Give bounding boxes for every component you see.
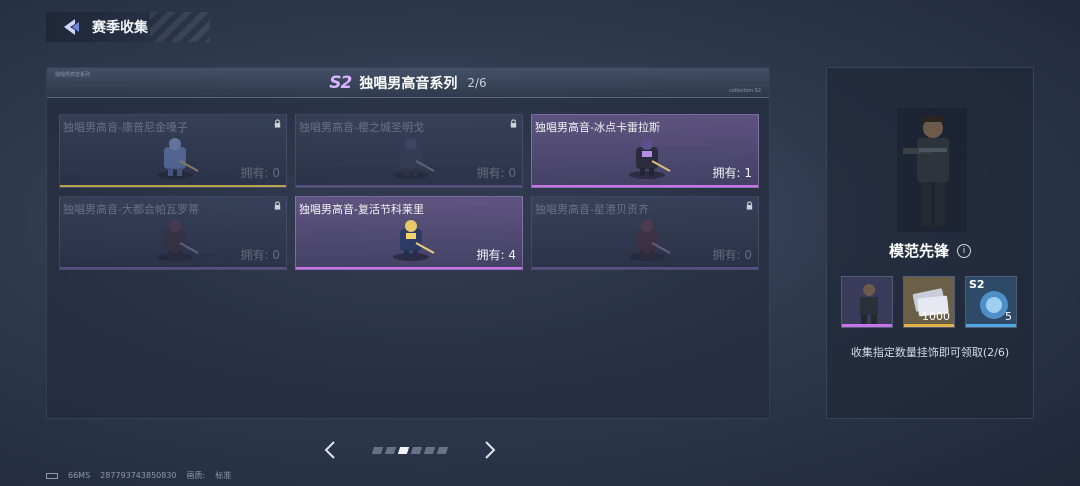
- reward-item-crystal[interactable]: S2 5: [965, 276, 1017, 328]
- page-dot[interactable]: [436, 446, 449, 454]
- lock-icon: [274, 119, 281, 128]
- tenor-figure-icon: [629, 138, 671, 179]
- lock-icon: [746, 201, 753, 210]
- reward-rarity-bar: [904, 324, 954, 327]
- page-dot[interactable]: [384, 446, 397, 454]
- card-owned-count: 拥有: 1: [712, 166, 753, 180]
- header-tag-left: 独唱男高音系列: [55, 72, 91, 78]
- collection-card[interactable]: 独唱男高音-复活节科莱里 拥有: 4: [295, 196, 523, 270]
- reward-quantity: 1000: [922, 310, 950, 323]
- reward-title-row: 模范先锋 i: [827, 240, 1033, 261]
- chevron-right-icon: [485, 441, 496, 459]
- page-title: 赛季收集: [92, 20, 148, 36]
- reward-item-skin[interactable]: [841, 276, 893, 328]
- card-rarity-bar: [60, 267, 286, 269]
- back-arrow-icon: [64, 19, 79, 35]
- card-rarity-bar: [60, 185, 286, 187]
- collection-card[interactable]: 独唱男高音-樱之城圣明戈 拥有: 0: [295, 114, 523, 188]
- reward-hint: 收集指定数量挂饰即可领取(2/6): [850, 346, 1010, 359]
- reward-panel: 模范先锋 i 1000 S2 5 收集指定数量挂饰即可领取(2/6): [826, 67, 1034, 419]
- collection-card[interactable]: 独唱男高音-康普尼金嗓子 拥有: 0: [59, 114, 287, 188]
- tenor-figure-icon: [629, 220, 671, 261]
- card-rarity-bar: [296, 185, 522, 187]
- card-name: 独唱男高音-冰点卡雷拉斯: [535, 121, 660, 134]
- series-count: 2/6: [467, 75, 487, 90]
- reward-rarity-bar: [842, 324, 892, 327]
- soldier-icon: [842, 277, 892, 327]
- tenor-figure-icon: [157, 220, 199, 261]
- tenor-figure-icon: [393, 138, 435, 179]
- card-owned-count: 拥有: 0: [240, 166, 281, 180]
- status-bar: 66MS 287793743850830 画质: 标准: [46, 470, 231, 481]
- pager: [320, 436, 500, 464]
- card-owned-count: 拥有: 4: [476, 248, 517, 262]
- page-dot[interactable]: [423, 446, 436, 454]
- lock-icon: [510, 119, 517, 128]
- tenor-figure-icon: [157, 138, 199, 179]
- quality-label: 画质:: [186, 471, 206, 480]
- ping-value: 66MS: [68, 471, 91, 480]
- series-header: 独唱男高音系列 S2 独唱男高音系列 2/6 collection S2: [47, 68, 769, 98]
- season-badge: S2: [329, 72, 352, 93]
- collection-card[interactable]: 独唱男高音-星港贝贡齐 拥有: 0: [531, 196, 759, 270]
- chevron-left-icon: [324, 441, 335, 459]
- reward-items: 1000 S2 5: [841, 276, 1021, 330]
- reward-rarity-bar: [966, 324, 1016, 327]
- collection-panel: 独唱男高音系列 S2 独唱男高音系列 2/6 collection S2 独唱男…: [46, 67, 770, 419]
- card-name: 独唱男高音-康普尼金嗓子: [63, 121, 188, 134]
- tenor-figure-icon: [393, 220, 435, 261]
- info-icon[interactable]: i: [957, 243, 971, 258]
- reward-item-card[interactable]: 1000: [903, 276, 955, 328]
- card-owned-count: 拥有: 0: [476, 166, 517, 180]
- reward-quantity: 5: [1005, 310, 1012, 323]
- card-name: 独唱男高音-樱之城圣明戈: [299, 121, 424, 134]
- card-name: 独唱男高音-复活节科莱里: [299, 203, 424, 216]
- page-dot[interactable]: [371, 446, 384, 454]
- back-button[interactable]: [56, 12, 86, 42]
- quality-value: 标准: [215, 471, 232, 480]
- card-rarity-bar: [532, 267, 758, 269]
- card-name: 独唱男高音-大都会帕瓦罗蒂: [63, 203, 199, 216]
- collection-card[interactable]: 独唱男高音-大都会帕瓦罗蒂 拥有: 0: [59, 196, 287, 270]
- card-rarity-bar: [296, 267, 522, 269]
- reward-name: 模范先锋: [888, 242, 949, 260]
- player-id: 287793743850830: [100, 471, 177, 480]
- header-tag-right: collection S2: [729, 88, 761, 94]
- page-dot-active[interactable]: [397, 446, 410, 454]
- battery-icon: [46, 472, 58, 479]
- reward-season-tag: S2: [969, 278, 985, 291]
- card-name: 独唱男高音-星港贝贡齐: [535, 203, 649, 216]
- header-stripes-decoration: [150, 12, 210, 42]
- next-page-button[interactable]: [480, 438, 500, 462]
- card-owned-count: 拥有: 0: [712, 248, 753, 262]
- prev-page-button[interactable]: [320, 438, 340, 462]
- page-dot[interactable]: [410, 446, 423, 454]
- card-rarity-bar: [532, 185, 758, 187]
- collection-card[interactable]: 独唱男高音-冰点卡雷拉斯 拥有: 1: [531, 114, 759, 188]
- soldier-portrait: [897, 108, 967, 232]
- series-title: 独唱男高音系列: [359, 75, 458, 92]
- lock-icon: [274, 201, 281, 210]
- card-owned-count: 拥有: 0: [240, 248, 281, 262]
- page-indicator: [371, 446, 449, 454]
